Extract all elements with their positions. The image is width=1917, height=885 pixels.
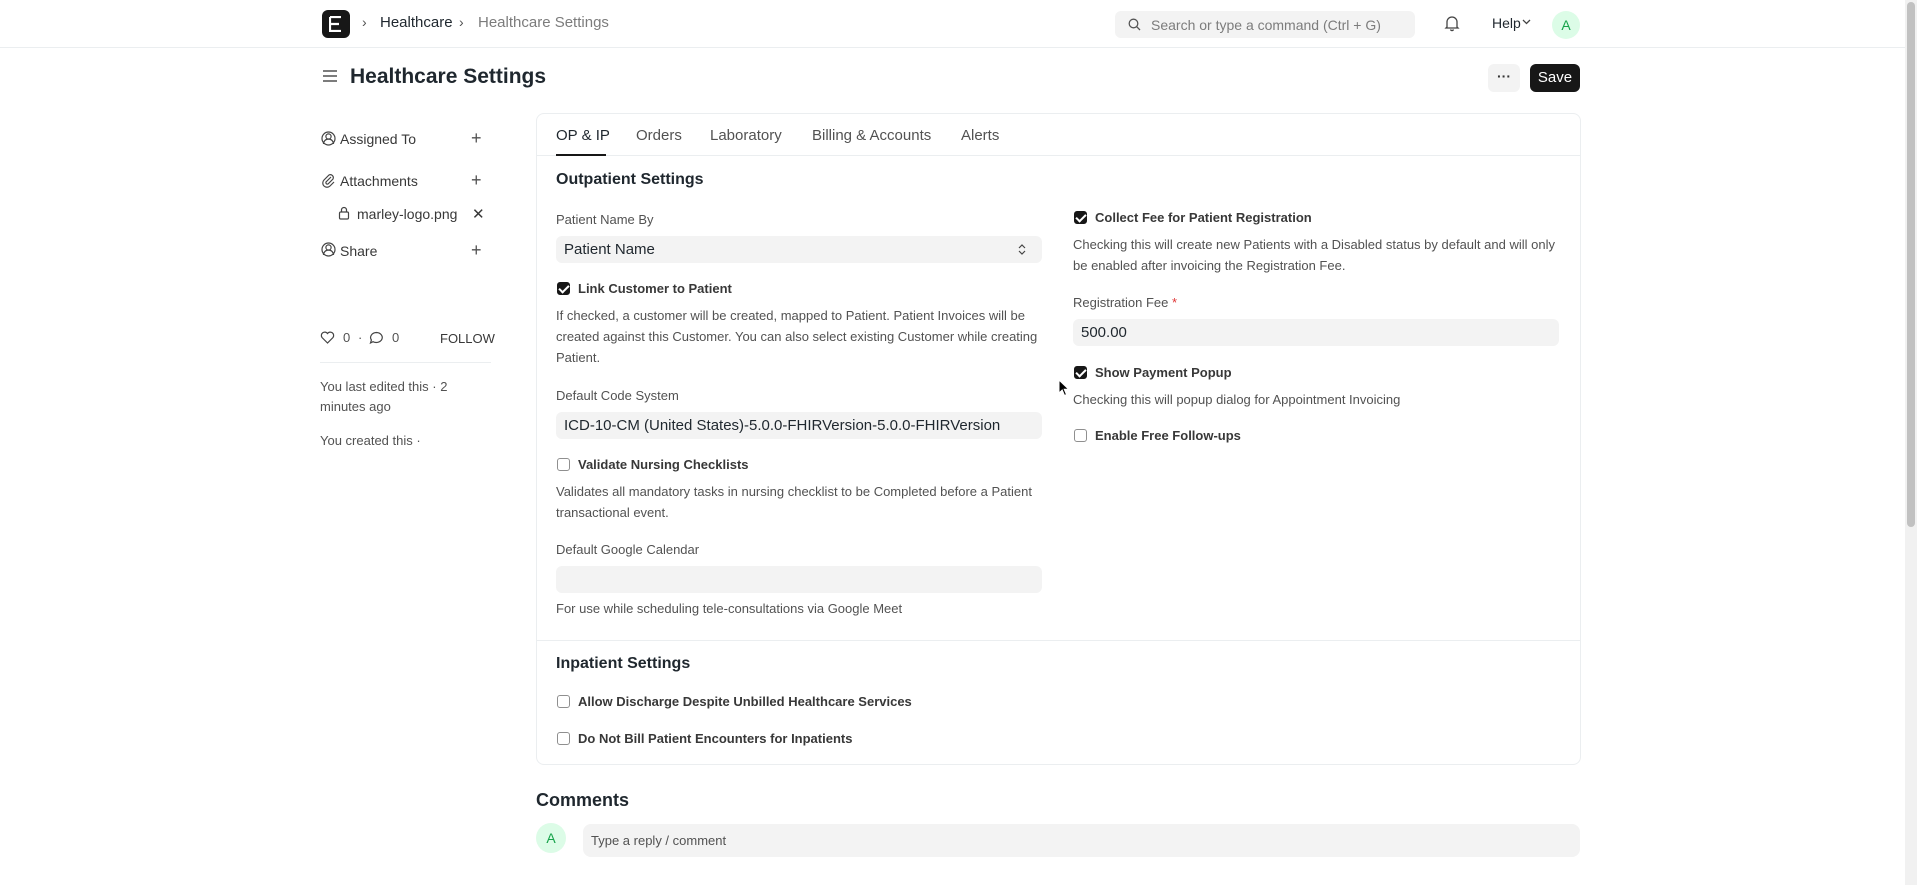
page-title: Healthcare Settings (350, 65, 547, 88)
outpatient-section-title: Outpatient Settings (556, 171, 704, 188)
tab-alerts[interactable]: Alerts (961, 127, 999, 144)
separator-dot: · (358, 330, 363, 345)
like-count: 0 (343, 330, 351, 345)
allow-discharge-label: Allow Discharge Despite Unbilled Healthc… (578, 694, 912, 709)
comment-input[interactable]: Type a reply / comment (583, 824, 1580, 857)
enable-free-followups-checkbox[interactable] (1074, 429, 1087, 442)
user-avatar[interactable]: A (1552, 11, 1580, 39)
collect-fee-label: Collect Fee for Patient Registration (1095, 210, 1312, 225)
comment-count: 0 (392, 330, 400, 345)
sidebar-toggle-icon[interactable] (322, 69, 338, 83)
enable-free-followups-label: Enable Free Follow-ups (1095, 428, 1241, 443)
lock-icon (338, 206, 350, 220)
tab-laboratory[interactable]: Laboratory (710, 127, 782, 144)
do-not-bill-label: Do Not Bill Patient Encounters for Inpat… (578, 731, 853, 746)
inpatient-section-title: Inpatient Settings (556, 655, 691, 672)
allow-discharge-checkbox[interactable] (557, 695, 570, 708)
registration-fee-input[interactable]: 500.00 (1073, 319, 1559, 346)
last-edited-text: You last edited this · 2 minutes ago (320, 379, 448, 414)
comment-icon[interactable] (369, 331, 384, 345)
add-assignee-icon[interactable]: + (471, 129, 482, 147)
validate-nursing-description: Validates all mandatory tasks in nursing… (556, 484, 1032, 520)
collect-fee-checkbox[interactable] (1074, 211, 1087, 224)
app-logo[interactable] (322, 10, 350, 38)
link-customer-label: Link Customer to Patient (578, 281, 732, 296)
link-customer-description: If checked, a customer will be created, … (556, 308, 1038, 365)
search-input[interactable]: Search or type a command (Ctrl + G) (1115, 11, 1415, 38)
comments-title: Comments (536, 790, 630, 810)
paperclip-icon (322, 174, 335, 188)
collect-fee-description: Checking this will create new Patients w… (1073, 237, 1555, 273)
default-code-system-label: Default Code System (556, 388, 679, 403)
comment-avatar: A (536, 823, 566, 853)
mouse-cursor-icon (1058, 379, 1070, 397)
search-icon (1128, 18, 1141, 31)
remove-attachment-icon[interactable]: ✕ (472, 205, 485, 223)
heart-icon[interactable] (320, 331, 335, 344)
sidebar-share: Share (340, 243, 378, 259)
scrollbar-thumb[interactable] (1907, 2, 1915, 527)
tab-orders[interactable]: Orders (636, 127, 682, 144)
tabs-divider (537, 155, 1580, 156)
do-not-bill-checkbox[interactable] (557, 732, 570, 745)
sidebar-divider (320, 362, 491, 363)
chevron-right-icon: › (459, 14, 464, 30)
show-payment-popup-label: Show Payment Popup (1095, 365, 1232, 380)
chevron-down-icon (1522, 19, 1531, 25)
save-button[interactable]: Save (1530, 64, 1580, 92)
google-calendar-description: For use while scheduling tele-consultati… (556, 601, 903, 616)
add-attachment-icon[interactable]: + (471, 171, 482, 189)
add-share-icon[interactable]: + (471, 241, 482, 259)
settings-form-card (536, 113, 1581, 765)
share-icon (321, 242, 336, 257)
registration-fee-label: Registration Fee * (1073, 295, 1178, 310)
more-actions-button[interactable]: ··· (1488, 64, 1520, 92)
active-tab-indicator (556, 154, 606, 156)
bell-icon[interactable] (1444, 14, 1460, 32)
show-payment-popup-checkbox[interactable] (1074, 366, 1087, 379)
patient-name-by-label: Patient Name By (556, 212, 654, 227)
sidebar-attachments: Attachments (340, 173, 418, 189)
breadcrumb-healthcare-settings[interactable]: Healthcare Settings (478, 14, 609, 31)
tab-op-ip[interactable]: OP & IP (556, 127, 610, 144)
assign-user-icon (321, 131, 336, 146)
default-google-calendar-input[interactable] (556, 566, 1042, 593)
link-customer-checkbox[interactable] (557, 282, 570, 295)
follow-button[interactable]: FOLLOW (440, 331, 495, 346)
patient-name-by-select[interactable]: Patient Name (556, 236, 1042, 263)
logo-e-icon (329, 16, 341, 32)
default-code-system-input[interactable]: ICD-10-CM (United States)-5.0.0-FHIRVers… (556, 412, 1042, 439)
sidebar-assigned-to: Assigned To (340, 131, 417, 147)
created-text: You created this · (320, 433, 421, 448)
top-navbar: › Healthcare › Healthcare Settings Searc… (0, 0, 1905, 48)
attachment-file-link[interactable]: marley-logo.png (357, 206, 457, 222)
default-google-calendar-label: Default Google Calendar (556, 542, 700, 557)
chevron-right-icon: › (362, 14, 367, 30)
breadcrumb-healthcare[interactable]: Healthcare (380, 14, 453, 31)
select-arrows-icon (1018, 244, 1026, 255)
tab-billing-accounts[interactable]: Billing & Accounts (812, 127, 931, 144)
required-asterisk: * (1172, 295, 1178, 310)
search-placeholder: Search or type a command (Ctrl + G) (1151, 17, 1381, 33)
section-divider (537, 640, 1580, 641)
validate-nursing-label: Validate Nursing Checklists (578, 457, 749, 472)
validate-nursing-checkbox[interactable] (557, 458, 570, 471)
payment-popup-description: Checking this will popup dialog for Appo… (1073, 392, 1401, 407)
help-menu[interactable]: Help (1492, 15, 1521, 31)
